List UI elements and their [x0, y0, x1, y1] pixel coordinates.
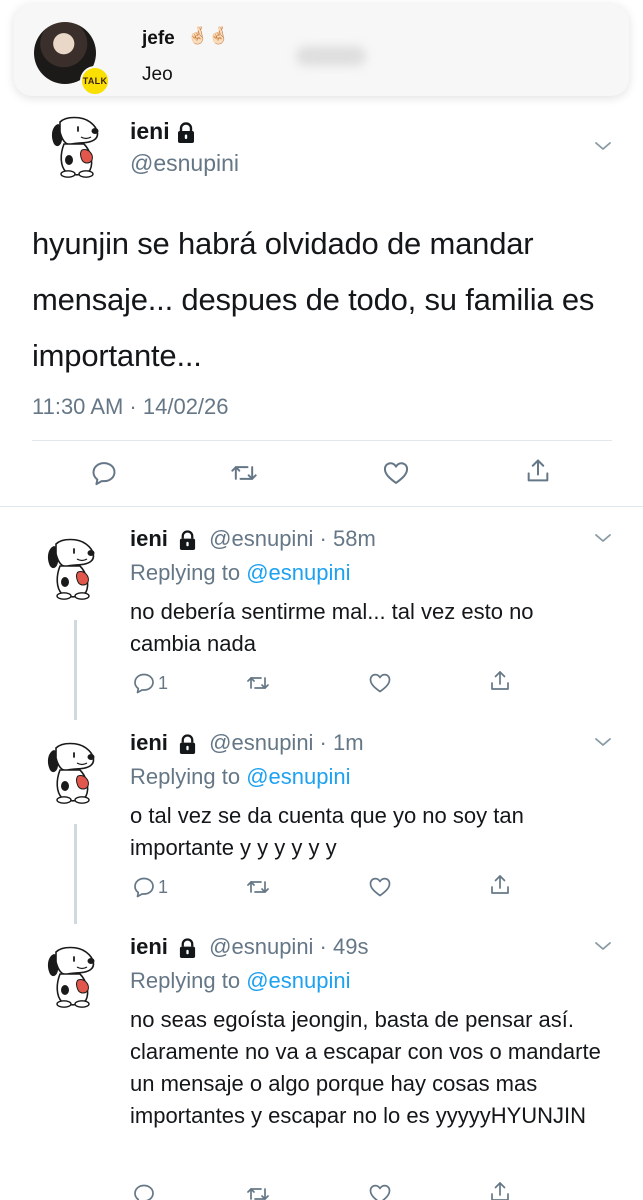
- like-button[interactable]: [382, 459, 410, 487]
- reply-author-name: ieni: [130, 934, 168, 959]
- like-icon: [382, 459, 410, 487]
- replying-prefix: Replying to: [130, 968, 247, 993]
- kakaotalk-notification[interactable]: TALK jefe 🤞🏻🤞🏻 Jeo: [14, 4, 629, 96]
- replying-to-link[interactable]: @esnupini: [246, 560, 350, 585]
- retweet-icon: [246, 1182, 270, 1200]
- author-handle[interactable]: @esnupini: [130, 150, 239, 177]
- author-name-text: ieni: [130, 118, 170, 144]
- replying-to: Replying to @esnupini: [130, 968, 350, 994]
- share-icon: [488, 669, 512, 693]
- share-button[interactable]: [488, 1180, 512, 1200]
- replying-to: Replying to @esnupini: [130, 764, 350, 790]
- reply-handle-time: @esnupini · 1m: [209, 730, 364, 755]
- replying-prefix: Replying to: [130, 560, 247, 585]
- like-button[interactable]: [368, 1182, 392, 1200]
- retweet-button[interactable]: [230, 459, 258, 487]
- reply-handle-time: @esnupini · 58m: [209, 526, 376, 551]
- blurred-text: [296, 46, 366, 66]
- chevron-down-icon[interactable]: [594, 140, 612, 152]
- reply-text: o tal vez se da cuenta que yo no soy tan…: [130, 803, 524, 860]
- reply-author[interactable]: ieni @esnupini · 1m: [130, 730, 364, 756]
- share-icon: [524, 457, 552, 485]
- chevron-down-icon[interactable]: [594, 736, 612, 748]
- reply-handle-time: @esnupini · 49s: [209, 934, 369, 959]
- avatar[interactable]: [48, 114, 112, 178]
- reply-button[interactable]: 1: [132, 671, 168, 695]
- like-icon: [368, 671, 392, 695]
- replying-to-link[interactable]: @esnupini: [246, 764, 350, 789]
- reply-icon: [90, 459, 118, 487]
- reply-author-name: ieni: [130, 730, 168, 755]
- divider: [32, 440, 612, 441]
- tweet-timestamp[interactable]: 11:30 AM · 14/02/26: [32, 394, 229, 420]
- notification-sender-emoji: 🤞🏻🤞🏻: [187, 26, 230, 45]
- reply-author[interactable]: ieni @esnupini · 58m: [130, 526, 376, 552]
- thread-line: [74, 824, 77, 924]
- reply-count: 1: [158, 672, 169, 693]
- tweet-text: hyunjin se habrá olvidado de mandar mens…: [32, 226, 595, 373]
- retweet-button[interactable]: [246, 875, 270, 899]
- lock-icon: [178, 734, 197, 755]
- avatar[interactable]: [44, 740, 108, 804]
- reply-button[interactable]: [132, 1182, 158, 1200]
- share-button[interactable]: [524, 457, 552, 485]
- retweet-icon: [246, 875, 270, 899]
- share-icon: [488, 1180, 512, 1200]
- reply-text: no seas egoísta jeongin, basta de pensar…: [130, 1007, 601, 1128]
- share-button[interactable]: [488, 669, 512, 693]
- divider: [0, 506, 643, 507]
- retweet-icon: [230, 459, 258, 487]
- lock-icon: [176, 122, 196, 144]
- replying-prefix: Replying to: [130, 764, 247, 789]
- reply-button[interactable]: 1: [132, 875, 168, 899]
- like-icon: [368, 875, 392, 899]
- retweet-button[interactable]: [246, 671, 270, 695]
- kakaotalk-badge-icon: TALK: [80, 66, 110, 96]
- replying-to-link[interactable]: @esnupini: [246, 968, 350, 993]
- chevron-down-icon[interactable]: [594, 940, 612, 952]
- notification-sender: jefe: [142, 28, 175, 49]
- badge-label: TALK: [82, 76, 108, 86]
- like-icon: [368, 1182, 392, 1200]
- avatar[interactable]: [44, 944, 108, 1008]
- author-name[interactable]: ieni: [130, 118, 196, 145]
- thread-line: [74, 620, 77, 720]
- reply-author[interactable]: ieni @esnupini · 49s: [130, 934, 368, 960]
- lock-icon: [178, 530, 197, 551]
- like-button[interactable]: [368, 875, 392, 899]
- reply-icon: [132, 1182, 156, 1200]
- avatar[interactable]: [44, 536, 108, 600]
- retweet-button[interactable]: [246, 1182, 270, 1200]
- like-button[interactable]: [368, 671, 392, 695]
- reply-text: no debería sentirme mal... tal vez esto …: [130, 599, 534, 656]
- reply-button[interactable]: [90, 459, 118, 487]
- share-button[interactable]: [488, 873, 512, 897]
- chevron-down-icon[interactable]: [594, 532, 612, 544]
- lock-icon: [178, 938, 197, 959]
- reply-author-name: ieni: [130, 526, 168, 551]
- replying-to: Replying to @esnupini: [130, 560, 350, 586]
- retweet-icon: [246, 671, 270, 695]
- share-icon: [488, 873, 512, 897]
- notification-message: Jeo: [142, 64, 173, 85]
- reply-icon: [132, 671, 156, 695]
- reply-count: 1: [158, 876, 169, 897]
- reply-icon: [132, 875, 156, 899]
